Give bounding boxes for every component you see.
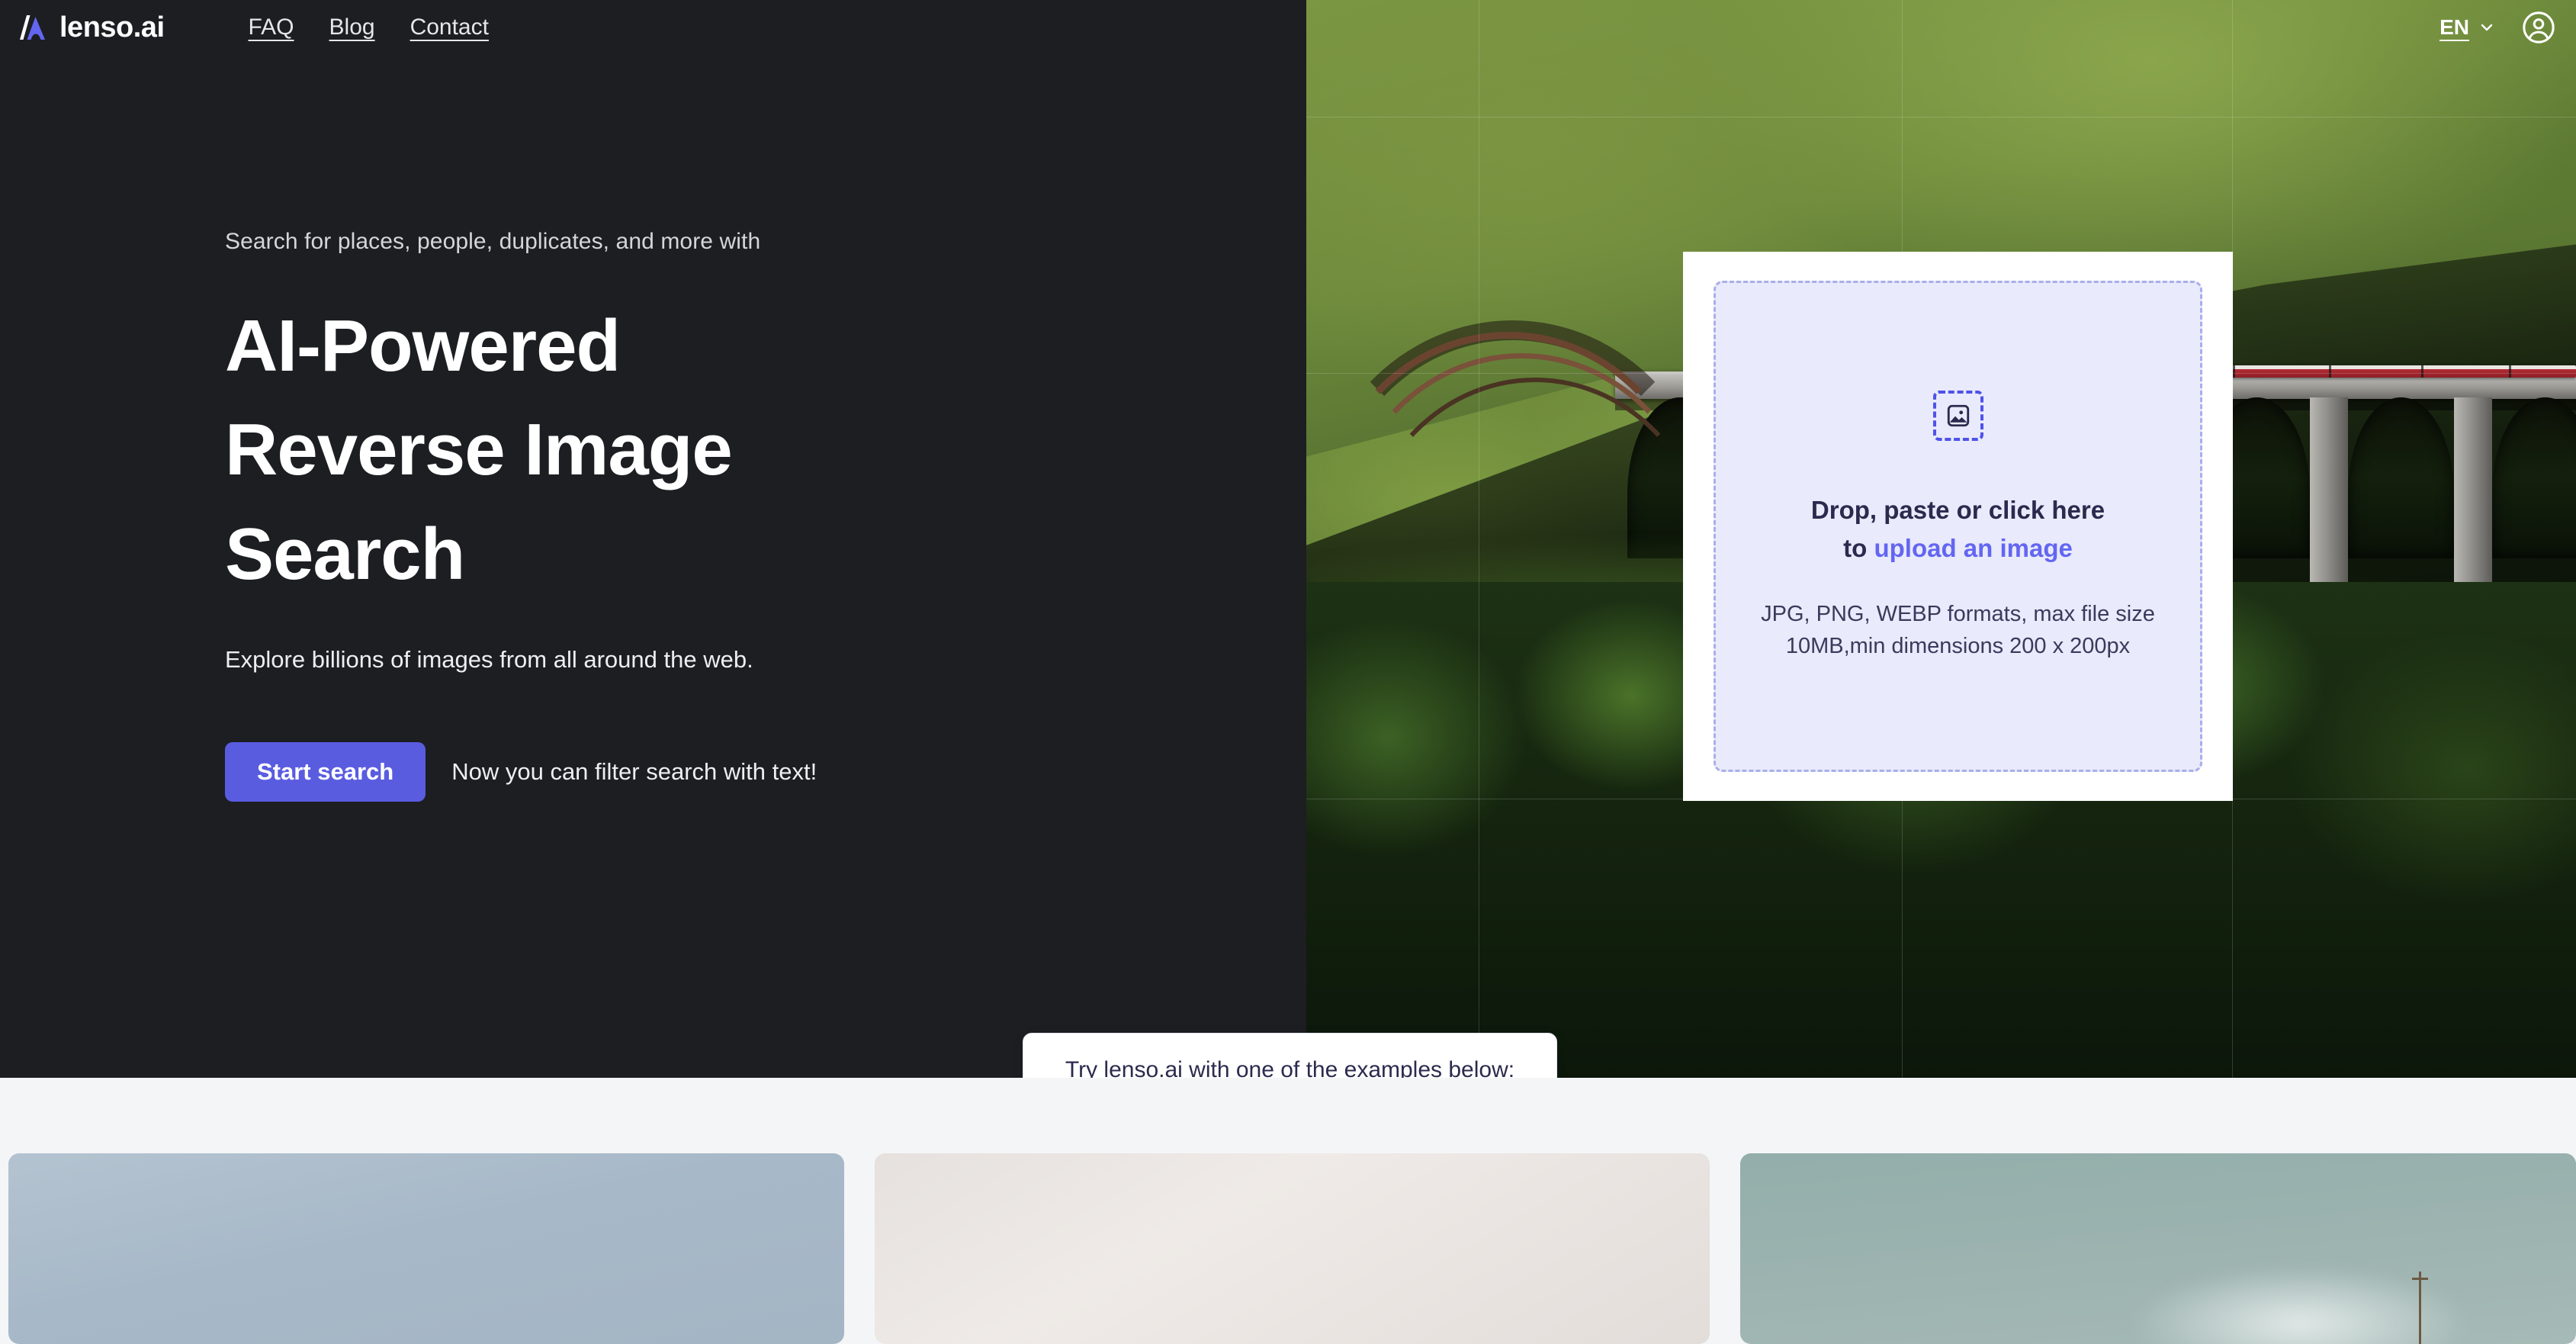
thumbnail-mast [2419, 1272, 2421, 1344]
requirements-line-1: JPG, PNG, WEBP formats, max file size [1761, 602, 2155, 626]
hero-section: lenso.ai FAQ Blog Contact EN [0, 0, 2576, 1078]
nav-link-faq[interactable]: FAQ [249, 14, 294, 40]
page-title: AI-Powered Reverse Image Search [225, 294, 1064, 606]
carriage-gap [2233, 365, 2235, 378]
carriage-gap [2329, 365, 2331, 378]
headline-line-2: Reverse Image [225, 409, 732, 490]
examples-tooltip-text: Try lenso.ai with one of the examples be… [1065, 1057, 1514, 1078]
example-thumbnail-list [8, 1153, 2576, 1344]
carriage-gap [2509, 365, 2511, 378]
language-label: EN [2439, 15, 2469, 40]
brand-name: lenso.ai [59, 11, 165, 44]
top-navigation-bar: lenso.ai FAQ Blog Contact EN [0, 0, 2576, 55]
carriage-gap [2421, 365, 2423, 378]
example-thumbnail-1[interactable] [8, 1153, 844, 1344]
upload-an-image-link[interactable]: upload an image [1874, 534, 2072, 562]
dropzone-title: Drop, paste or click here to upload an i… [1811, 491, 2105, 567]
image-placeholder-icon [1933, 391, 1983, 441]
dropzone-title-to: to [1843, 534, 1874, 562]
hero-eyebrow: Search for places, people, duplicates, a… [225, 229, 1064, 255]
hero-subline: Explore billions of images from all arou… [225, 646, 1064, 674]
nav-right-group: EN [2439, 10, 2556, 45]
hero-copy: Search for places, people, duplicates, a… [225, 229, 1064, 802]
lenso-logo-icon [14, 10, 49, 45]
image-dropzone[interactable]: Drop, paste or click here to upload an i… [1714, 281, 2202, 772]
chevron-down-icon [2480, 21, 2494, 34]
start-search-button[interactable]: Start search [225, 742, 426, 802]
nav-link-contact[interactable]: Contact [410, 14, 489, 40]
cta-note: Now you can filter search with text! [451, 758, 817, 786]
headline-line-3: Search [225, 513, 464, 595]
nav-links: FAQ Blog Contact [249, 14, 489, 40]
hero-cta-row: Start search Now you can filter search w… [225, 742, 1064, 802]
example-thumbnail-3[interactable] [1740, 1153, 2576, 1344]
dropzone-title-primary: Drop, paste or click here [1811, 496, 2105, 524]
upload-card: Drop, paste or click here to upload an i… [1683, 252, 2233, 801]
language-selector[interactable]: EN [2439, 15, 2494, 40]
examples-section [0, 1078, 2576, 1304]
nav-link-blog[interactable]: Blog [329, 14, 375, 40]
brand-logo[interactable]: lenso.ai [14, 10, 165, 45]
requirements-line-2: 10MB,min dimensions 200 x 200px [1786, 634, 2130, 658]
examples-tooltip: Try lenso.ai with one of the examples be… [1023, 1033, 1557, 1078]
dropzone-requirements: JPG, PNG, WEBP formats, max file size 10… [1761, 599, 2155, 661]
headline-line-1: AI-Powered [225, 305, 620, 387]
example-thumbnail-2[interactable] [875, 1153, 1710, 1344]
user-account-icon[interactable] [2521, 10, 2556, 45]
